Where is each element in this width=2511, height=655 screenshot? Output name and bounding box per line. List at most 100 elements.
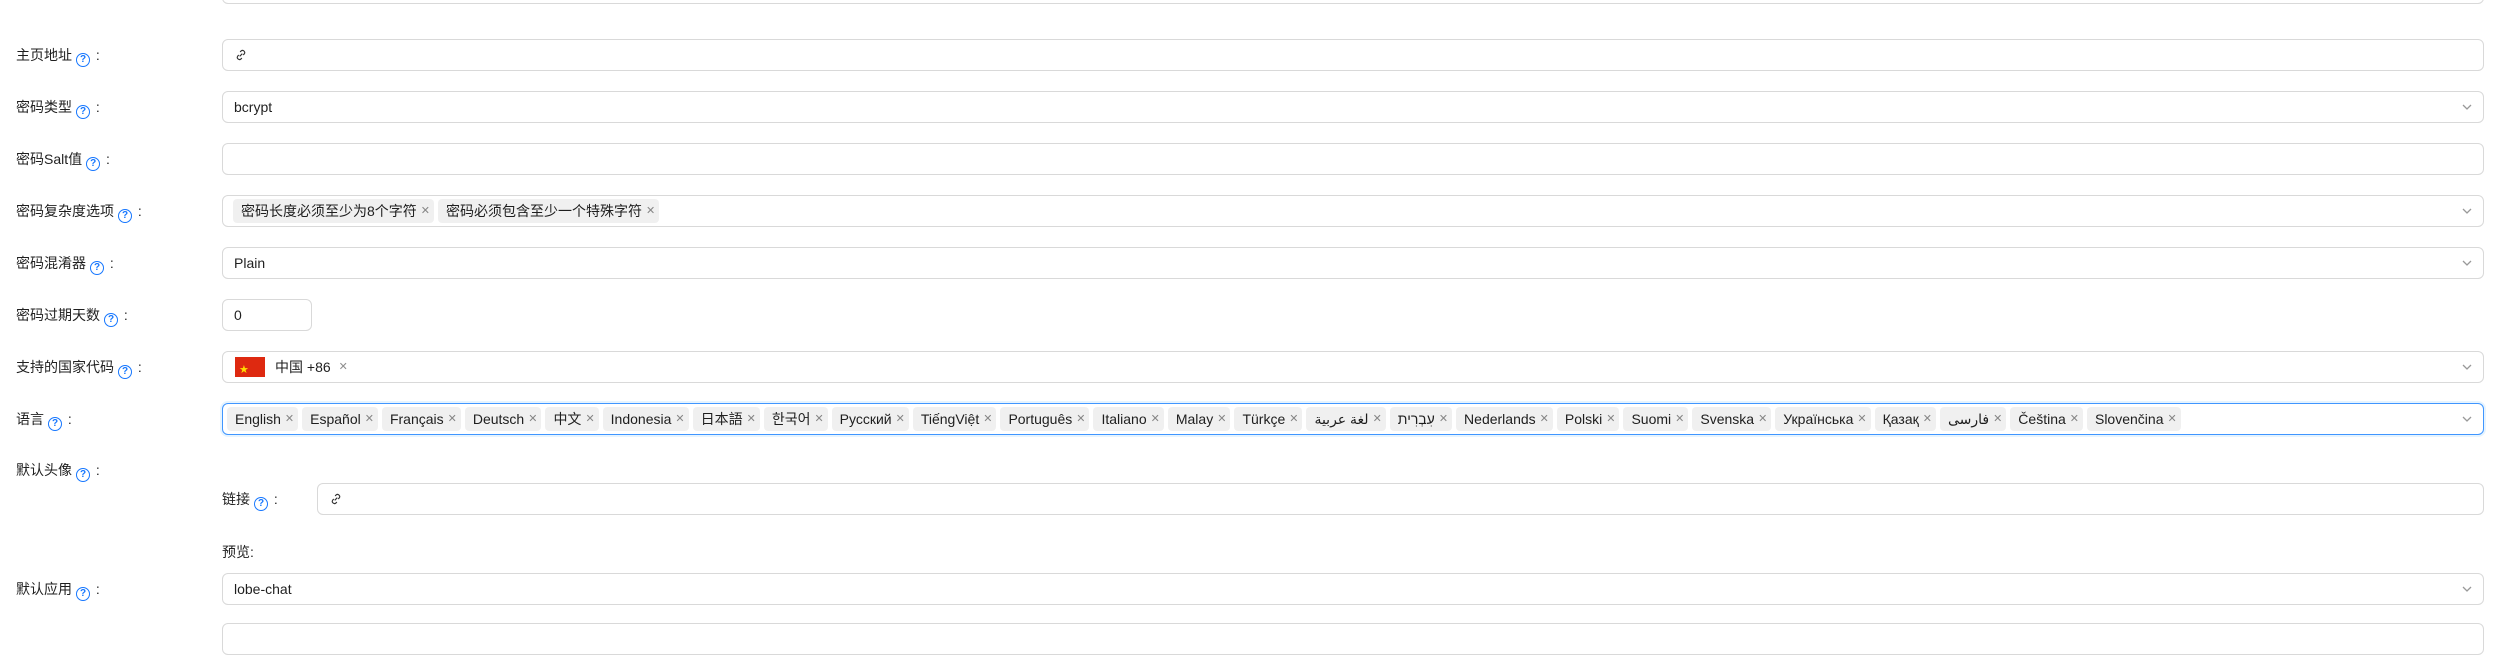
default-application-select[interactable]: lobe-chat [222,573,2484,605]
question-circle-icon[interactable]: ? [76,105,90,119]
language-tag: Português ✕ [1000,407,1090,431]
language-tag: Čeština ✕ [2010,407,2083,431]
language-tag: Español ✕ [302,407,378,431]
chevron-down-icon [2462,104,2472,110]
password-type-select[interactable]: bcrypt [222,91,2484,123]
close-icon[interactable]: ✕ [675,408,684,430]
close-icon[interactable]: ✕ [1758,408,1767,430]
complexity-tag: 密码长度必须至少为8个字符 ✕ [233,199,435,223]
language-tag: Svenska ✕ [1692,407,1772,431]
close-icon[interactable]: ✕ [339,352,348,382]
close-icon[interactable]: ✕ [585,408,594,430]
close-icon[interactable]: ✕ [1151,408,1160,430]
form-row-password-type: 密码类型? : bcrypt [0,91,2511,123]
language-tag: Nederlands ✕ [1456,407,1553,431]
language-tag: TiếngViệt ✕ [912,407,997,431]
question-circle-icon[interactable]: ? [76,587,90,601]
country-codes-select[interactable]: 中国 +86 ✕ [222,351,2484,383]
language-tag: 中文 ✕ [545,407,599,431]
avatar-link-label: 链接? : [222,491,278,511]
close-icon[interactable]: ✕ [1857,408,1866,430]
languages-select[interactable]: English ✕ Español ✕ Français ✕ Deutsch ✕ 中文 ✕ Indo… [222,403,2484,435]
close-icon[interactable]: ✕ [285,408,294,430]
language-tag: עִבְרִית ✕ [1389,407,1453,431]
close-icon[interactable]: ✕ [1439,408,1448,430]
link-icon [236,49,246,61]
question-circle-icon[interactable]: ? [48,417,62,431]
question-circle-icon[interactable]: ? [90,261,104,275]
question-circle-icon[interactable]: ? [76,468,90,482]
close-icon[interactable]: ✕ [2070,408,2079,430]
language-tag: Deutsch ✕ [464,407,542,431]
question-circle-icon[interactable]: ? [86,157,101,171]
password-obfuscator-label: 密码混淆器? : [16,255,114,275]
complexity-tag: 密码必须包含至少一个特殊字符 ✕ [438,199,660,223]
chevron-down-icon [2462,416,2472,422]
question-circle-icon[interactable]: ? [76,53,90,67]
close-icon[interactable]: ✕ [1606,408,1615,430]
language-tag: Indonesia ✕ [602,407,689,431]
form-row-default-avatar: 默认头像? : 链接? : 预览: [0,459,2511,579]
close-icon[interactable]: ✕ [1373,408,1382,430]
language-tag: Українська ✕ [1775,407,1871,431]
chevron-down-icon [2462,208,2472,214]
password-type-label: 密码类型? : [16,99,100,119]
password-salt-input[interactable] [222,143,2484,175]
question-circle-icon[interactable]: ? [118,365,132,379]
form-row-languages: 语言? : English ✕ Español ✕ Français ✕ Deutsch ✕ 中… [0,403,2511,435]
language-tag: Türkçe ✕ [1234,407,1303,431]
next-field-frame [222,623,2484,655]
language-tag: 日本語 ✕ [692,407,760,431]
password-complexity-label: 密码复杂度选项? : [16,203,142,223]
close-icon[interactable]: ✕ [1923,408,1932,430]
question-circle-icon[interactable]: ? [104,313,118,327]
password-expire-days-label: 密码过期天数? : [16,307,128,327]
close-icon[interactable]: ✕ [365,408,374,430]
chevron-down-icon [2462,364,2472,370]
language-tag: لغة عربية ✕ [1306,407,1386,431]
close-icon[interactable]: ✕ [2167,408,2176,430]
language-tag: Slovenčina ✕ [2086,407,2181,431]
chevron-down-icon [2462,586,2472,592]
password-complexity-select[interactable]: 密码长度必须至少为8个字符 ✕ 密码必须包含至少一个特殊字符 ✕ [222,195,2484,227]
country-codes-label: 支持的国家代码? : [16,359,142,379]
default-application-label: 默认应用? : [16,581,100,601]
language-tag: Русский ✕ [831,407,909,431]
close-icon[interactable]: ✕ [421,200,430,222]
close-icon[interactable]: ✕ [1217,408,1226,430]
language-tag: Italiano ✕ [1093,407,1164,431]
close-icon[interactable]: ✕ [983,408,992,430]
link-icon [331,493,341,505]
language-tag: Français ✕ [381,407,461,431]
previous-field-frame [222,0,2484,4]
close-icon[interactable]: ✕ [1993,408,2002,430]
form-row-password-complexity: 密码复杂度选项? : 密码长度必须至少为8个字符 ✕ 密码必须包含至少一个特殊字符… [0,195,2511,227]
close-icon[interactable]: ✕ [646,200,655,222]
close-icon[interactable]: ✕ [747,408,756,430]
avatar-link-input[interactable] [317,483,2484,515]
close-icon[interactable]: ✕ [1076,408,1085,430]
close-icon[interactable]: ✕ [896,408,905,430]
password-expire-days-input[interactable]: 0 [222,299,312,331]
close-icon[interactable]: ✕ [1289,408,1298,430]
language-tag: Suomi ✕ [1623,407,1689,431]
language-tag: Malay ✕ [1167,407,1231,431]
china-flag-icon [235,355,265,382]
question-circle-icon[interactable]: ? [254,497,268,511]
close-icon[interactable]: ✕ [448,408,457,430]
form-row-password-salt: 密码Salt值? : [0,143,2511,175]
password-salt-label: 密码Salt值? : [16,151,110,171]
homepage-label: 主页地址? : [16,47,100,67]
password-obfuscator-select[interactable]: Plain [222,247,2484,279]
form-row-password-obfuscator: 密码混淆器? : Plain [0,247,2511,279]
close-icon[interactable]: ✕ [528,408,537,430]
close-icon[interactable]: ✕ [814,408,823,430]
homepage-input[interactable] [222,39,2484,71]
avatar-preview-label: 预览: [222,544,254,560]
question-circle-icon[interactable]: ? [118,209,132,223]
language-tag: فارسی ✕ [1939,407,2007,431]
form-row-password-expire-days: 密码过期天数? : 0 [0,299,2511,331]
language-tag: English ✕ [227,407,299,431]
close-icon[interactable]: ✕ [1675,408,1684,430]
close-icon[interactable]: ✕ [1540,408,1549,430]
